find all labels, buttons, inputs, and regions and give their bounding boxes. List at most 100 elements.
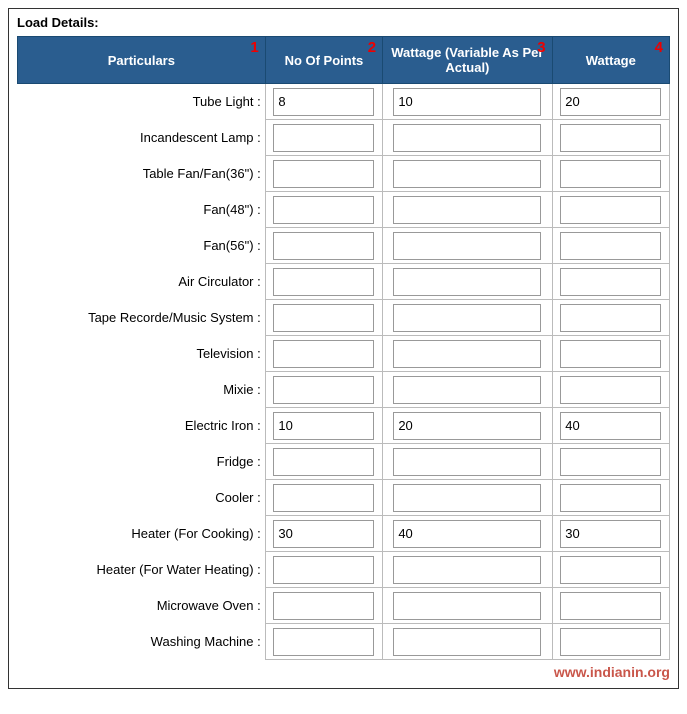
input-0-1[interactable]	[393, 88, 541, 116]
input-cell-4-2[interactable]	[552, 228, 669, 264]
input-12-1[interactable]	[393, 520, 541, 548]
input-8-1[interactable]	[393, 376, 541, 404]
input-3-1[interactable]	[393, 196, 541, 224]
input-cell-4-0[interactable]	[265, 228, 382, 264]
input-cell-1-2[interactable]	[552, 120, 669, 156]
input-cell-12-0[interactable]	[265, 516, 382, 552]
input-7-2[interactable]	[560, 340, 661, 368]
input-10-1[interactable]	[393, 448, 541, 476]
input-cell-3-1[interactable]	[383, 192, 553, 228]
input-cell-8-0[interactable]	[265, 372, 382, 408]
input-3-0[interactable]	[273, 196, 374, 224]
input-cell-15-1[interactable]	[383, 624, 553, 660]
input-cell-8-2[interactable]	[552, 372, 669, 408]
input-cell-6-1[interactable]	[383, 300, 553, 336]
input-cell-11-2[interactable]	[552, 480, 669, 516]
input-4-1[interactable]	[393, 232, 541, 260]
input-6-2[interactable]	[560, 304, 661, 332]
input-cell-11-1[interactable]	[383, 480, 553, 516]
input-cell-7-1[interactable]	[383, 336, 553, 372]
input-cell-6-2[interactable]	[552, 300, 669, 336]
input-cell-2-1[interactable]	[383, 156, 553, 192]
input-cell-0-2[interactable]	[552, 84, 669, 120]
input-cell-13-0[interactable]	[265, 552, 382, 588]
input-cell-10-1[interactable]	[383, 444, 553, 480]
input-cell-4-1[interactable]	[383, 228, 553, 264]
input-cell-1-1[interactable]	[383, 120, 553, 156]
input-cell-13-2[interactable]	[552, 552, 669, 588]
input-cell-2-2[interactable]	[552, 156, 669, 192]
input-11-2[interactable]	[560, 484, 661, 512]
input-0-2[interactable]	[560, 88, 661, 116]
input-14-0[interactable]	[273, 592, 374, 620]
input-cell-15-2[interactable]	[552, 624, 669, 660]
input-cell-1-0[interactable]	[265, 120, 382, 156]
input-7-0[interactable]	[273, 340, 374, 368]
input-cell-2-0[interactable]	[265, 156, 382, 192]
input-1-0[interactable]	[273, 124, 374, 152]
input-2-1[interactable]	[393, 160, 541, 188]
input-15-2[interactable]	[560, 628, 661, 656]
input-cell-9-0[interactable]	[265, 408, 382, 444]
input-cell-10-2[interactable]	[552, 444, 669, 480]
input-15-0[interactable]	[273, 628, 374, 656]
input-5-0[interactable]	[273, 268, 374, 296]
input-cell-7-2[interactable]	[552, 336, 669, 372]
col-header-wattage: Wattage 4	[552, 37, 669, 84]
input-cell-9-1[interactable]	[383, 408, 553, 444]
row-label-9: Electric Iron :	[18, 408, 266, 444]
input-cell-15-0[interactable]	[265, 624, 382, 660]
input-12-2[interactable]	[560, 520, 661, 548]
input-2-2[interactable]	[560, 160, 661, 188]
input-cell-5-0[interactable]	[265, 264, 382, 300]
input-9-2[interactable]	[560, 412, 661, 440]
input-cell-5-1[interactable]	[383, 264, 553, 300]
input-2-0[interactable]	[273, 160, 374, 188]
input-11-1[interactable]	[393, 484, 541, 512]
input-cell-6-0[interactable]	[265, 300, 382, 336]
input-cell-14-1[interactable]	[383, 588, 553, 624]
table-row: Incandescent Lamp :	[18, 120, 670, 156]
input-1-1[interactable]	[393, 124, 541, 152]
input-cell-9-2[interactable]	[552, 408, 669, 444]
input-cell-3-2[interactable]	[552, 192, 669, 228]
input-cell-14-2[interactable]	[552, 588, 669, 624]
input-8-0[interactable]	[273, 376, 374, 404]
input-cell-3-0[interactable]	[265, 192, 382, 228]
input-3-2[interactable]	[560, 196, 661, 224]
input-cell-10-0[interactable]	[265, 444, 382, 480]
table-row: Electric Iron :	[18, 408, 670, 444]
input-8-2[interactable]	[560, 376, 661, 404]
input-5-1[interactable]	[393, 268, 541, 296]
input-0-0[interactable]	[273, 88, 374, 116]
input-9-1[interactable]	[393, 412, 541, 440]
input-5-2[interactable]	[560, 268, 661, 296]
input-1-2[interactable]	[560, 124, 661, 152]
input-cell-0-1[interactable]	[383, 84, 553, 120]
input-9-0[interactable]	[273, 412, 374, 440]
input-6-1[interactable]	[393, 304, 541, 332]
input-12-0[interactable]	[273, 520, 374, 548]
input-4-2[interactable]	[560, 232, 661, 260]
input-11-0[interactable]	[273, 484, 374, 512]
input-cell-14-0[interactable]	[265, 588, 382, 624]
input-14-1[interactable]	[393, 592, 541, 620]
input-10-2[interactable]	[560, 448, 661, 476]
input-14-2[interactable]	[560, 592, 661, 620]
input-cell-7-0[interactable]	[265, 336, 382, 372]
input-10-0[interactable]	[273, 448, 374, 476]
input-4-0[interactable]	[273, 232, 374, 260]
input-6-0[interactable]	[273, 304, 374, 332]
input-13-1[interactable]	[393, 556, 541, 584]
input-15-1[interactable]	[393, 628, 541, 656]
input-cell-11-0[interactable]	[265, 480, 382, 516]
input-13-0[interactable]	[273, 556, 374, 584]
input-cell-8-1[interactable]	[383, 372, 553, 408]
input-7-1[interactable]	[393, 340, 541, 368]
input-cell-12-1[interactable]	[383, 516, 553, 552]
input-cell-12-2[interactable]	[552, 516, 669, 552]
input-13-2[interactable]	[560, 556, 661, 584]
input-cell-0-0[interactable]	[265, 84, 382, 120]
input-cell-5-2[interactable]	[552, 264, 669, 300]
input-cell-13-1[interactable]	[383, 552, 553, 588]
